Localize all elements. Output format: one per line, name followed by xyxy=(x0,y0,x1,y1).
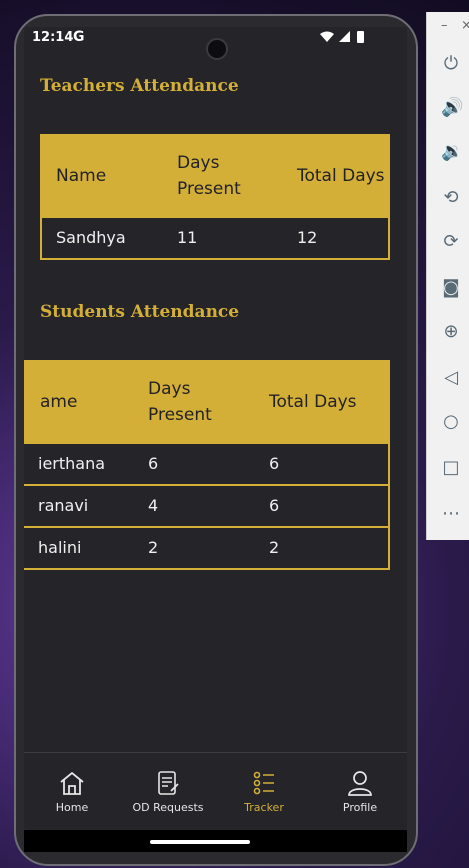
header-name: Name xyxy=(56,166,107,186)
cell-days-present: 2 xyxy=(148,538,159,557)
gesture-home-bar[interactable] xyxy=(150,840,250,844)
students-table-header: ame Days Present Total Days xyxy=(24,360,390,444)
volume-down-icon[interactable]: 🔉 xyxy=(441,142,463,162)
nav-tracker[interactable]: Tracker xyxy=(216,753,312,830)
header-total-days: Total Days xyxy=(297,166,385,186)
cell-total-days: 12 xyxy=(297,228,318,247)
power-icon[interactable]: ⏻ xyxy=(441,54,461,74)
overview-icon[interactable]: □ xyxy=(441,458,461,478)
rotate-right-icon[interactable]: ⟳ xyxy=(441,232,461,252)
cell-days-present: 4 xyxy=(148,496,159,515)
rotate-left-icon[interactable]: ⟲ xyxy=(441,188,461,208)
teachers-attendance-title: Teachers Attendance xyxy=(40,76,239,96)
nav-profile[interactable]: Profile xyxy=(312,753,407,830)
bottom-navigation: Home OD Requests Tracker Profile xyxy=(24,752,407,830)
header-days-present: Days Present xyxy=(148,379,212,425)
header-name: ame xyxy=(40,392,78,412)
status-icons xyxy=(319,30,371,47)
nav-od-requests[interactable]: OD Requests xyxy=(120,753,216,830)
zoom-icon[interactable]: ⊕ xyxy=(441,322,461,342)
cell-name: halini xyxy=(38,538,82,557)
cell-days-present: 6 xyxy=(148,454,159,473)
nav-home[interactable]: Home xyxy=(24,753,120,830)
cell-name: ranavi xyxy=(38,496,89,515)
emulator-toolbar: – × ⏻ 🔊 🔉 ⟲ ⟳ ◙ ⊕ ◁ ○ □ ⋯ xyxy=(426,12,469,540)
nav-tracker-label: Tracker xyxy=(244,801,284,814)
teachers-table-header: Name Days Present Total Days xyxy=(40,134,390,218)
home-circle-icon[interactable]: ○ xyxy=(441,412,461,432)
table-row: ierthana 6 6 xyxy=(24,444,390,486)
table-row: ranavi 4 6 xyxy=(24,486,390,528)
back-icon[interactable]: ◁ xyxy=(441,368,461,388)
home-icon xyxy=(60,771,84,795)
cell-total-days: 6 xyxy=(269,496,280,515)
tracker-list-icon xyxy=(253,771,274,795)
front-camera xyxy=(206,38,228,60)
document-icon xyxy=(158,771,179,795)
google-g-icon: G xyxy=(73,29,85,45)
table-row: halini 2 2 xyxy=(24,528,390,570)
cell-days-present: 11 xyxy=(177,228,198,247)
close-icon[interactable]: × xyxy=(461,18,469,33)
wifi-signal-battery-icon xyxy=(320,31,364,43)
cell-total-days: 6 xyxy=(269,454,280,473)
cell-name: Sandhya xyxy=(56,228,126,247)
nav-home-label: Home xyxy=(55,801,89,814)
cell-total-days: 2 xyxy=(269,538,280,557)
table-row: Sandhya 11 12 xyxy=(40,218,390,260)
app-screen: Teachers Attendance Name Days Present To… xyxy=(24,27,407,830)
more-icon[interactable]: ⋯ xyxy=(441,504,461,524)
toolbar-titlebar: – × xyxy=(427,12,469,42)
students-table: ame Days Present Total Days ierthana 6 6… xyxy=(24,360,390,570)
header-days-present: Days Present xyxy=(177,153,241,199)
minimize-icon[interactable]: – xyxy=(441,18,448,33)
students-attendance-title: Students Attendance xyxy=(40,302,240,322)
status-time: 12:14 xyxy=(32,30,74,45)
header-total-days: Total Days xyxy=(269,392,357,412)
camera-icon[interactable]: ◙ xyxy=(441,278,461,298)
volume-up-icon[interactable]: 🔊 xyxy=(441,98,463,118)
person-icon xyxy=(348,771,372,796)
teachers-table: Name Days Present Total Days Sandhya 11 … xyxy=(40,134,390,260)
nav-od-requests-label: OD Requests xyxy=(132,801,204,814)
cell-name: ierthana xyxy=(38,454,106,473)
nav-profile-label: Profile xyxy=(342,801,378,814)
